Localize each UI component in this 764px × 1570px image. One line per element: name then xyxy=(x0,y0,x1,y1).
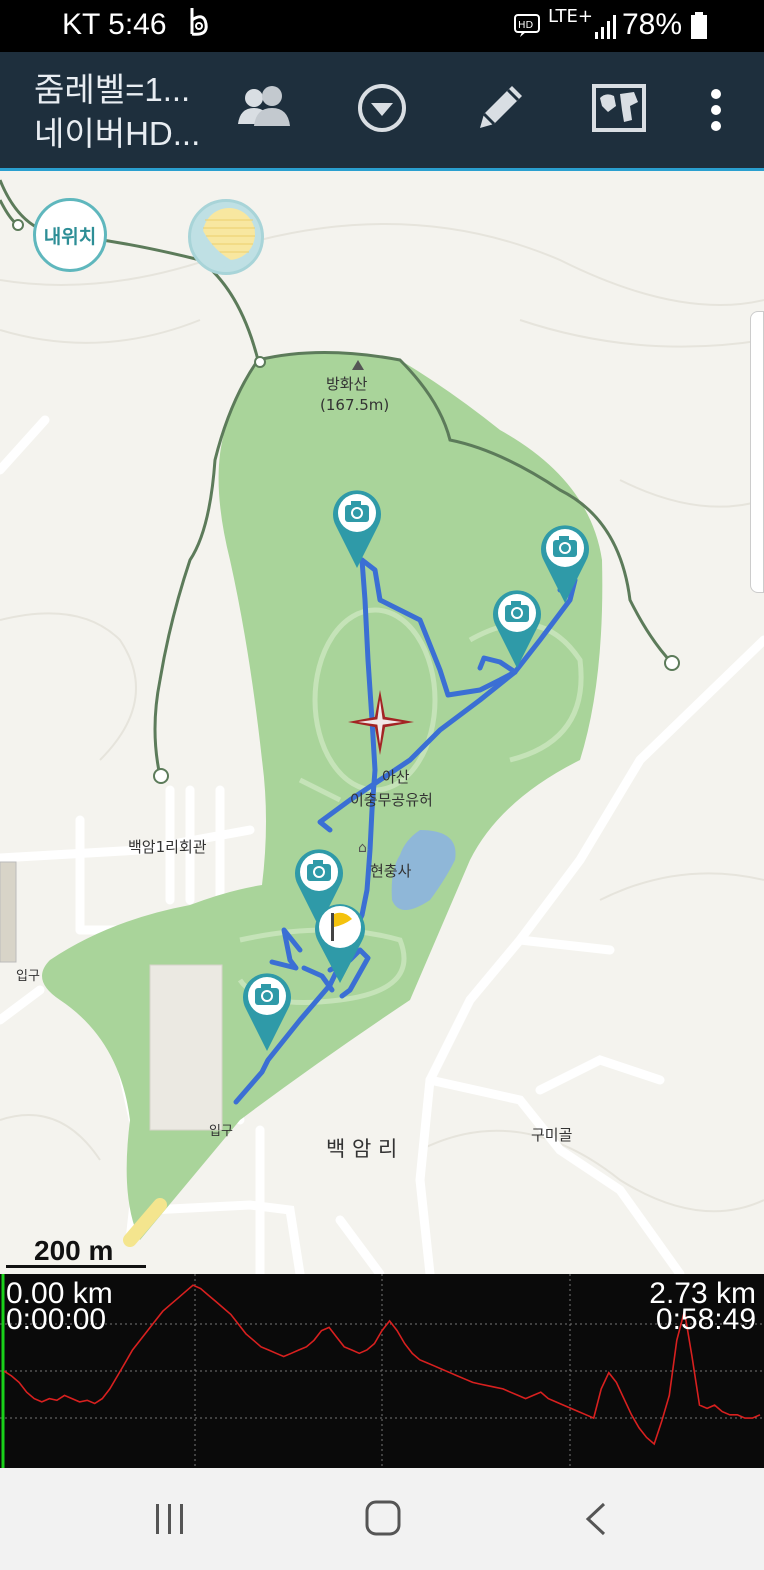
signal-icon xyxy=(594,12,620,46)
end-time: 0:58:49 xyxy=(655,1303,756,1336)
map-scale: 200 m xyxy=(6,1233,146,1268)
village-label: 백 암 리 xyxy=(326,1137,398,1161)
scale-bar xyxy=(6,1265,146,1268)
svg-text:HD: HD xyxy=(518,20,534,31)
group-icon[interactable] xyxy=(232,76,296,140)
pencil-icon[interactable] xyxy=(468,76,532,140)
map-title[interactable]: 줌레벨=1... 네이버HD... xyxy=(34,68,200,156)
hall-label: 백암1리회관 xyxy=(128,838,207,856)
world-map-icon[interactable] xyxy=(586,76,650,140)
my-location-button[interactable]: 내위치 xyxy=(33,198,107,272)
elevation-profile[interactable]: 0.00 km 0:00:00 2.73 km 0:58:49 xyxy=(0,1274,764,1468)
back-icon[interactable] xyxy=(566,1496,626,1542)
heritage-label-line2: 이충무공유허 xyxy=(350,791,433,809)
hd-voice-icon: HD xyxy=(514,14,542,44)
peak-elevation-label: (167.5m) xyxy=(320,396,390,414)
system-nav-bar xyxy=(0,1468,764,1570)
scale-label: 200 m xyxy=(34,1235,114,1266)
home-icon[interactable] xyxy=(352,1496,412,1542)
heritage-label-line1: 아산 xyxy=(382,768,410,786)
start-time: 0:00:00 xyxy=(6,1303,107,1336)
map-view[interactable]: ⌂ 방화산 (167.5m) 아산 이충무공유허 현충사 백암1리회관 입구 입… xyxy=(0,171,764,1274)
recent-apps-icon[interactable] xyxy=(140,1496,200,1542)
status-bar: KT 5:46 HD LTE+ 78% xyxy=(0,0,764,52)
peak-name-label: 방화산 xyxy=(326,375,368,393)
dropdown-icon[interactable] xyxy=(350,76,414,140)
side-panel-handle[interactable] xyxy=(750,311,764,593)
overflow-menu-icon[interactable] xyxy=(690,76,742,140)
temple-label: 현충사 xyxy=(370,862,412,880)
entrance-south-label: 입구 xyxy=(209,1124,233,1139)
battery-icon xyxy=(690,12,708,46)
area-east-label: 구미골 xyxy=(531,1126,573,1144)
battery-percent: 78% xyxy=(621,8,682,41)
map-source-label: 네이버HD... xyxy=(34,115,201,152)
sun-icon xyxy=(197,208,255,270)
beta-app-icon xyxy=(186,6,212,46)
zoom-level-label: 줌레벨=1... xyxy=(34,71,191,108)
day-night-toggle[interactable] xyxy=(188,199,264,275)
svg-text:⌂: ⌂ xyxy=(358,840,367,856)
map-canvas: ⌂ xyxy=(0,179,764,1274)
carrier-time: KT 5:46 xyxy=(62,8,167,41)
app-toolbar: 줌레벨=1... 네이버HD... xyxy=(0,52,764,171)
entrance-west-label: 입구 xyxy=(16,969,40,984)
network-type: LTE+ xyxy=(548,6,593,27)
